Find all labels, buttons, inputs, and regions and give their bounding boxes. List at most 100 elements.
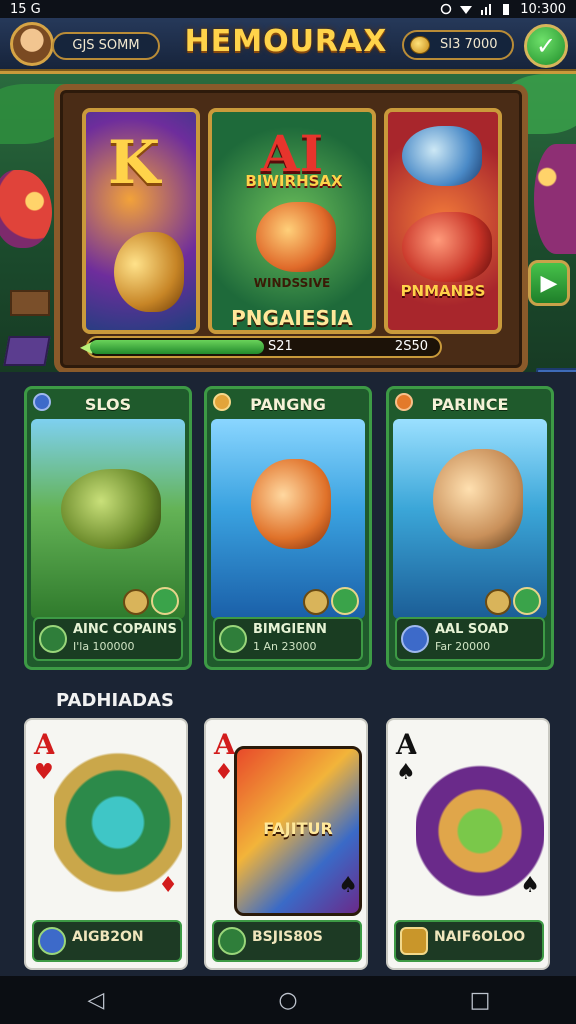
game-card-footer: AINC COPAINS I'la 100000 [33,617,183,661]
battery-icon [500,3,512,15]
signal-icon [480,3,492,15]
slot2-sub: WINDSSIVE [253,276,331,290]
card-rank: A [34,728,56,761]
playing-card[interactable]: A ♠ ♠ NAIF6OLOO [386,718,550,970]
game-card-name: BIMGIENN [253,622,327,637]
slot3-name: PNMANBS [400,282,486,300]
game-cards-row: SLOS AINC COPAINS I'la 100000 PANGNG BIM… [0,372,576,678]
card-name: BSJIS80S [252,929,323,945]
leaf-icon [151,587,179,615]
status-left-text: 15 G [10,1,41,17]
fish-icon [402,126,482,186]
game-title: HEMOURAX [184,24,388,59]
chest-icon [400,927,428,955]
card-name: AIGB2ON [72,929,144,945]
globe-icon [38,927,66,955]
playing-card[interactable]: A ♦ FAJITUR ♠ BSJIS80S [204,718,368,970]
card-rank: A [214,728,236,761]
alarm-icon [440,3,452,15]
fish-icon [61,469,161,549]
wifi-icon [460,3,473,15]
crate-decoration [10,290,50,316]
fish-icon [256,202,336,272]
arrow-right-icon: ▶ [540,270,558,296]
progress-current: S21 [268,339,293,354]
game-card-sub: 1 An 23000 [253,640,317,653]
slot-reel-2[interactable]: AI BIWIRHSAX WINDSSIVE PNGAIESIA [208,108,376,334]
coin-icon [410,36,430,54]
game-icon [401,625,429,653]
heart-icon: ♥ [34,760,54,785]
game-card-title: PANGNG [250,395,326,414]
slot-reel-3[interactable]: PNMANBS [384,108,502,334]
coin-balance-pill[interactable]: SI3 7000 [402,30,514,60]
slot1-letter: K [108,128,161,198]
leaf-icon [331,587,359,615]
card-art-text: FAJITUR [263,819,333,838]
game-card-sub: I'la 100000 [73,640,135,653]
fish-icon [251,459,331,549]
section-title: PADHIADAS [56,690,174,711]
game-card-footer: BIMGIENN 1 An 23000 [213,617,363,661]
card-rank: A [396,728,418,761]
slot2-name: PNGAIESIA [231,306,353,330]
card-name: NAIF6OLOO [434,929,526,945]
leaf-icon [513,587,541,615]
fish-decoration-right [534,144,576,254]
progress-fill [90,340,264,354]
chest-icon [303,589,329,615]
game-card-sub: Far 20000 [435,640,491,653]
game-card-name: AINC COPAINS [73,622,177,637]
slot-frame: K AI BIWIRHSAX WINDSSIVE PNGAIESIA PNMAN… [54,84,528,372]
game-icon [219,625,247,653]
game-card-title: SLOS [84,395,132,414]
top-header: GJS SOMM HEMOURAX SI3 7000 ✓ [0,18,576,74]
check-icon: ✓ [535,32,557,60]
leaf-icon [218,927,246,955]
game-card[interactable]: SLOS AINC COPAINS I'la 100000 [24,386,192,670]
game-card-image [393,419,547,619]
spade-icon: ♠ [520,873,540,898]
status-time: 10:300 [520,1,566,17]
game-card[interactable]: PARINCE AAL SOAD Far 20000 [386,386,554,670]
player-avatar[interactable] [10,22,54,66]
status-bar: 15 G 10:300 [0,0,576,18]
fish-icon [433,449,523,549]
gem-decoration [3,336,51,366]
recents-icon[interactable]: □ [460,980,500,1020]
hero-banner: ▶ K AI BIWIRHSAX WINDSSIVE PNGAIESIA PNM… [0,74,576,372]
slot2-banner: BIWIRHSAX [245,172,343,190]
progress-max: 2S50 [394,339,428,354]
chest-icon [123,589,149,615]
game-icon [39,625,67,653]
game-card-name: AAL SOAD [435,622,509,637]
back-icon[interactable]: ◁ [76,980,116,1020]
spade-icon: ♠ [396,760,416,785]
fish-decoration-left [0,170,52,248]
game-card-image [31,419,185,619]
playing-card[interactable]: A ♥ ♦ AIGB2ON [24,718,188,970]
fish-icon [402,212,492,282]
next-button[interactable]: ▶ [528,260,570,306]
system-nav-bar: ◁ ○ □ [0,976,576,1024]
slot-reel-1[interactable]: K [82,108,200,334]
card-footer: AIGB2ON [32,920,182,962]
home-icon[interactable]: ○ [268,980,308,1020]
card-footer: NAIF6OLOO [394,920,544,962]
diamond-icon: ♦ [158,873,178,898]
diamond-icon: ♦ [214,760,234,785]
level-progress-bar: ◀ S21 2S50 [80,336,442,358]
spade-icon: ♠ [338,873,358,898]
confirm-button[interactable]: ✓ [524,24,568,68]
player-name-pill[interactable]: GJS SOMM [52,32,160,60]
card-footer: BSJIS80S [212,920,362,962]
fish-icon [114,232,184,312]
game-card-title: PARINCE [431,395,509,414]
player-name: GJS SOMM [72,38,140,53]
game-card-image [211,419,365,619]
game-card[interactable]: PANGNG BIMGIENN 1 An 23000 [204,386,372,670]
game-card-footer: AAL SOAD Far 20000 [395,617,545,661]
playing-cards-row: A ♥ ♦ AIGB2ON A ♦ FAJITUR ♠ BSJIS80S A ♠… [0,714,576,976]
coin-balance: SI3 7000 [440,37,498,52]
chest-icon [485,589,511,615]
